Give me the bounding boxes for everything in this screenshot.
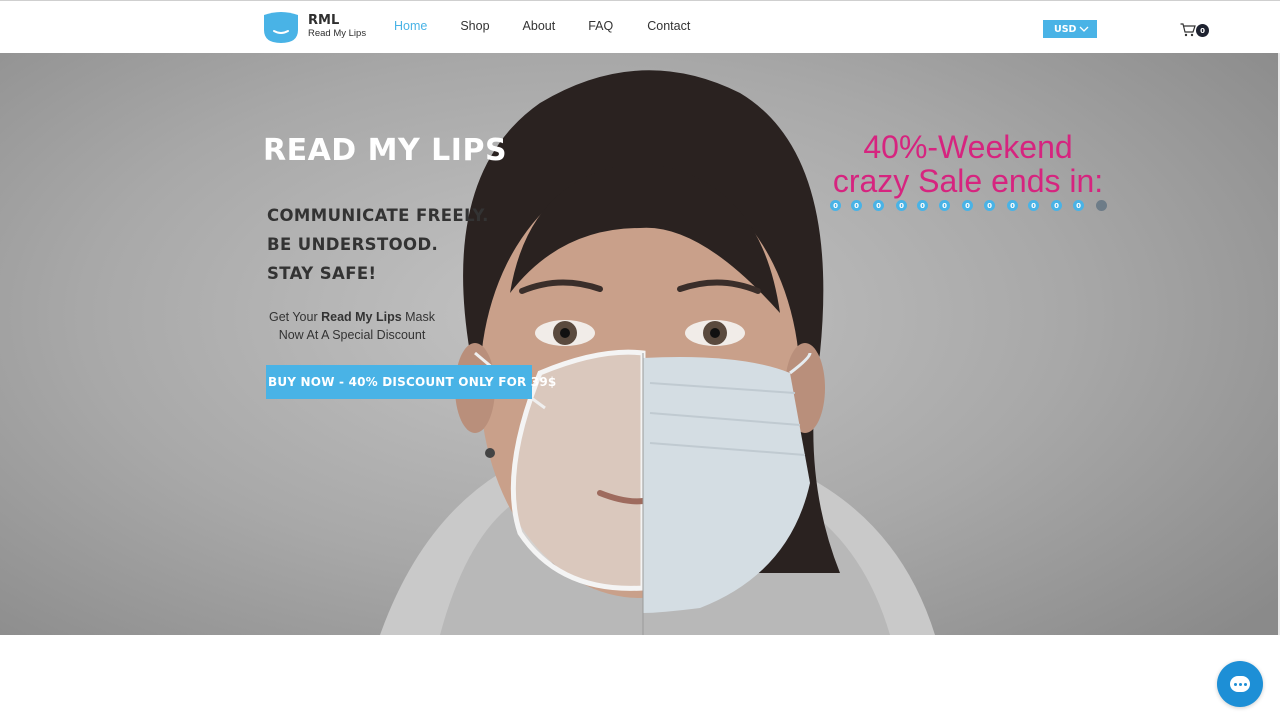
nav-contact[interactable]: Contact [647, 19, 690, 33]
nav-faq[interactable]: FAQ [588, 19, 613, 33]
slogan-line: STAY SAFE! [267, 264, 377, 283]
brand-abbr: RML [308, 13, 340, 28]
countdown-digit: 0 [1073, 200, 1084, 211]
chevron-down-icon [1079, 26, 1089, 32]
site-header: RML Read My Lips Home Shop About FAQ Con… [0, 0, 1280, 53]
hero-title: READ MY LIPS [263, 133, 508, 168]
countdown-digit: 0 [1051, 200, 1062, 211]
page-content-below-hero [0, 635, 1280, 720]
offer-suffix: Mask [401, 310, 436, 324]
sale-line-2: crazy Sale ends in: [832, 163, 1104, 199]
offer-line2: Now At A Special Discount [278, 328, 426, 342]
cart-count-badge: 0 [1196, 24, 1209, 37]
countdown-timer: 0 0 0 0 0 0 0 0 0 0 0 0 [830, 200, 1110, 214]
countdown-digit: 0 [851, 200, 862, 211]
slogan-line: COMMUNICATE FREELY. [267, 206, 489, 225]
cart-button[interactable]: 0 [1180, 22, 1210, 38]
brand-logo[interactable]: RML Read My Lips [262, 10, 366, 44]
slogan-line: BE UNDERSTOOD. [267, 235, 439, 254]
offer-prefix: Get Your [268, 310, 322, 324]
countdown-digit: 0 [917, 200, 928, 211]
countdown-digit: 0 [984, 200, 995, 211]
nav-home[interactable]: Home [394, 19, 427, 33]
countdown-digit: 0 [873, 200, 884, 211]
countdown-digit: 0 [896, 200, 907, 211]
hero-banner: READ MY LIPS COMMUNICATE FREELY. BE UNDE… [0, 53, 1280, 635]
countdown-spinner-icon [1096, 200, 1107, 211]
offer-text: Get Your Read My Lips Mask Now At A Spec… [262, 308, 442, 344]
countdown-digit: 0 [830, 200, 841, 211]
countdown-digit: 0 [1007, 200, 1018, 211]
brand-name: Read My Lips [308, 28, 367, 39]
mask-shield-icon [264, 12, 298, 43]
countdown-digit: 0 [962, 200, 973, 211]
sale-heading: 40%-Weekend crazy Sale ends in: [827, 130, 1109, 198]
nav-about[interactable]: About [523, 19, 556, 33]
main-nav: Home Shop About FAQ Contact [394, 19, 690, 33]
chat-widget-button[interactable] [1217, 661, 1263, 707]
currency-value: USD [1054, 23, 1077, 35]
nav-shop[interactable]: Shop [460, 19, 489, 33]
countdown-digit: 0 [1028, 200, 1039, 211]
buy-now-button[interactable]: BUY NOW - 40% DISCOUNT ONLY FOR 39$ [266, 365, 556, 399]
sale-line-1: 40%-Weekend [863, 129, 1073, 165]
cart-icon [1180, 23, 1196, 37]
currency-selector[interactable]: USD [1043, 20, 1097, 38]
chat-bubble-icon [1230, 676, 1250, 692]
countdown-digit: 0 [939, 200, 950, 211]
offer-product: Read My Lips [321, 310, 402, 324]
